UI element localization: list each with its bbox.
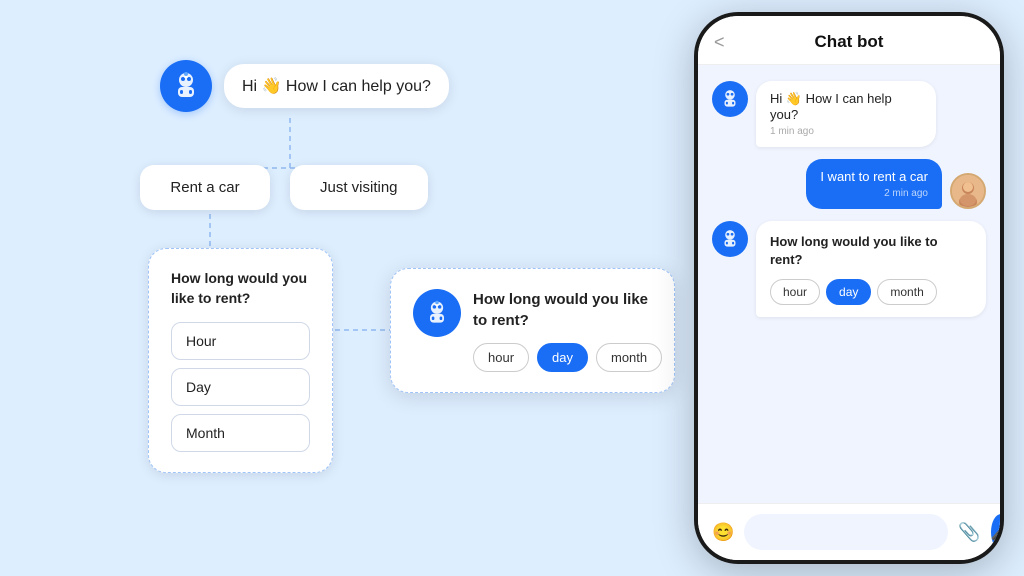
phone-pill-hour[interactable]: hour	[770, 279, 820, 305]
preview-option-hour[interactable]: hour	[473, 343, 529, 372]
chat-preview-bot-avatar	[413, 289, 461, 337]
phone-header: < Chat bot	[698, 16, 1000, 65]
question-card: How long would you like to rent? Hour Da…	[148, 248, 333, 473]
bot-avatar-msg1	[712, 81, 748, 117]
option-month[interactable]: Month	[171, 414, 310, 452]
user-avatar	[950, 173, 986, 209]
phone-option-pills: hour day month	[770, 279, 972, 305]
attach-icon[interactable]: 📎	[958, 516, 980, 548]
phone-title: Chat bot	[815, 32, 884, 52]
back-button[interactable]: <	[714, 32, 725, 53]
question-card-content: How long would you like to rent? hour da…	[756, 221, 986, 317]
option-hour[interactable]: Hour	[171, 322, 310, 360]
phone-inner: < Chat bot Hi	[698, 16, 1000, 560]
phone-question-text: How long would you like to rent?	[770, 233, 972, 269]
user-timestamp-1: 2 min ago	[820, 188, 928, 199]
phone-pill-month[interactable]: month	[877, 279, 936, 305]
chat-preview-question: How long would you like to rent?	[473, 289, 662, 331]
bot-bubble-1: Hi 👋 How I can help you? 1 min ago	[756, 81, 936, 147]
phone-mockup: < Chat bot Hi	[694, 12, 1004, 564]
left-panel: Hi 👋 How I can help you? Rent a car Just…	[0, 0, 530, 576]
user-message-1: I want to rent a car 2 min ago	[712, 159, 986, 209]
rent-a-car-button[interactable]: Rent a car	[140, 165, 270, 210]
mic-button[interactable]: 🎤	[991, 514, 1000, 550]
phone-footer: 😊 📎 🎤	[698, 503, 1000, 560]
emoji-icon[interactable]: 😊	[712, 516, 734, 548]
question-text: How long would you like to rent?	[171, 269, 310, 308]
option-day[interactable]: Day	[171, 368, 310, 406]
choices-row: Rent a car Just visiting	[140, 165, 428, 210]
bot-avatar-question	[712, 221, 748, 257]
greeting-text: Hi 👋 How I can help you?	[242, 78, 431, 95]
bot-avatar-greeting	[160, 60, 212, 112]
just-visiting-button[interactable]: Just visiting	[290, 165, 428, 210]
chat-question-card: How long would you like to rent? hour da…	[712, 221, 986, 317]
chat-preview-options: hour day month	[473, 343, 662, 372]
preview-option-day[interactable]: day	[537, 343, 588, 372]
greeting-area: Hi 👋 How I can help you?	[160, 60, 449, 112]
phone-pill-day[interactable]: day	[826, 279, 871, 305]
greeting-bubble: Hi 👋 How I can help you?	[224, 64, 449, 108]
message-input[interactable]	[744, 514, 948, 550]
bot-message-1: Hi 👋 How I can help you? 1 min ago	[712, 81, 986, 147]
bot-timestamp-1: 1 min ago	[770, 126, 922, 137]
user-bubble-1: I want to rent a car 2 min ago	[806, 159, 942, 209]
preview-option-month[interactable]: month	[596, 343, 662, 372]
phone-body[interactable]: Hi 👋 How I can help you? 1 min ago I wan…	[698, 65, 1000, 503]
chat-preview-content: How long would you like to rent? hour da…	[473, 289, 662, 372]
chat-preview-card: How long would you like to rent? hour da…	[390, 268, 675, 393]
